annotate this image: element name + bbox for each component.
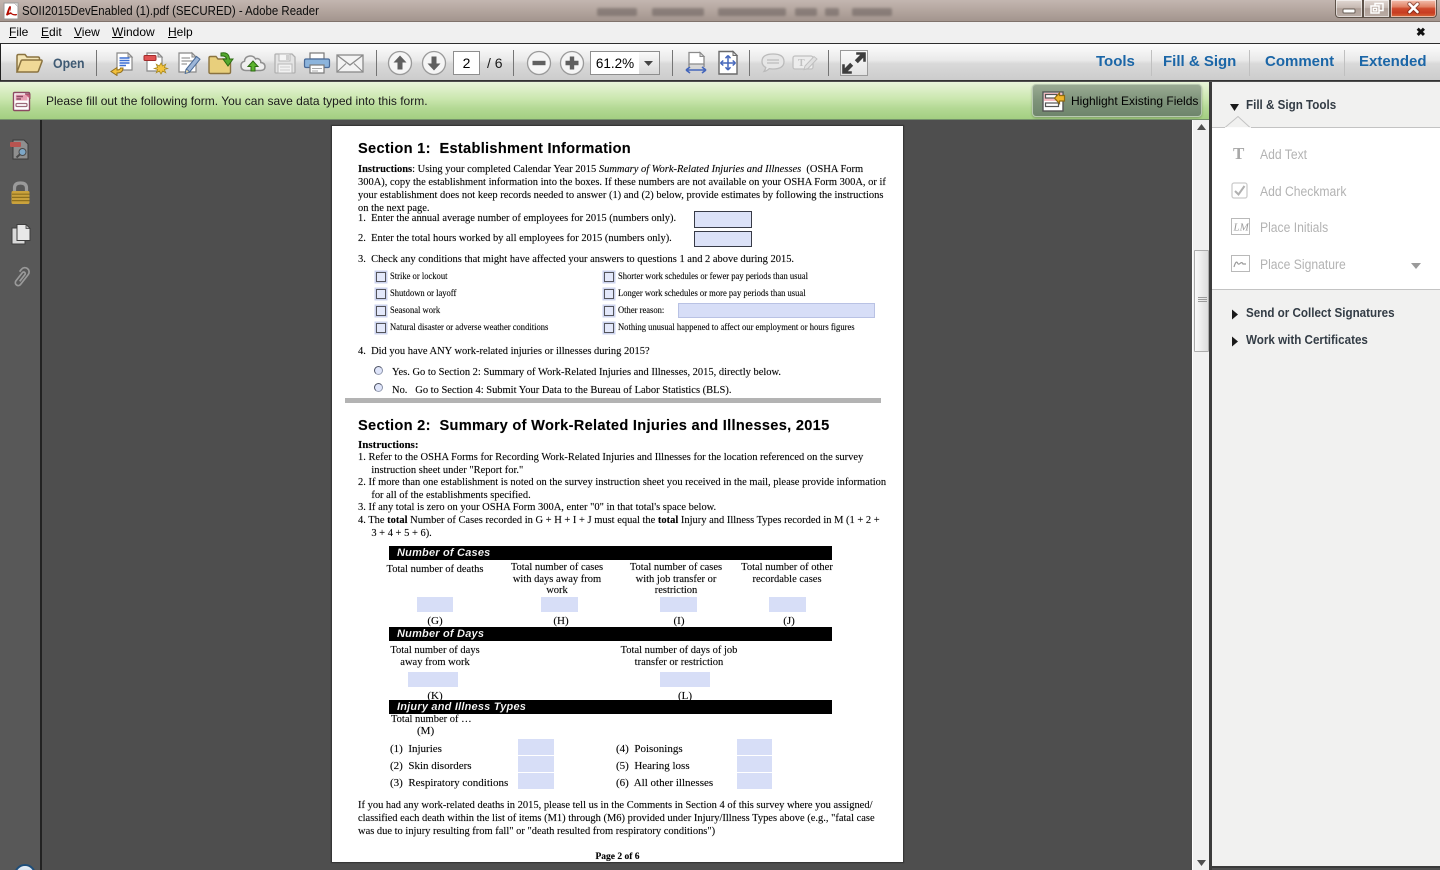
svg-text:T: T [798, 58, 805, 69]
svg-text:LM: LM [1233, 222, 1250, 234]
